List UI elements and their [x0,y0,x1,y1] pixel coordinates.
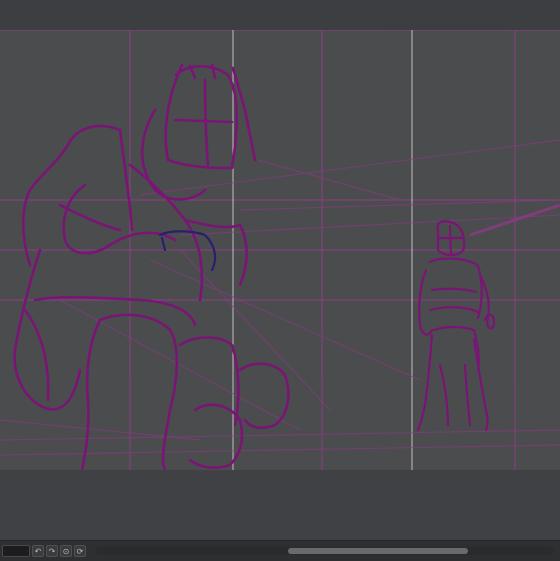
navigator-preview[interactable] [2,545,30,557]
kneeling-knight-sketch [13,63,290,470]
standing-figure-sketch [416,220,496,432]
rotate-icon[interactable]: ⟳ [74,545,86,557]
canvas-margin [0,470,560,540]
guide-lines [0,30,560,470]
status-tools: ↶ ↷ ⊙ ⟳ [2,544,86,558]
scrollbar-thumb[interactable] [288,548,468,554]
drawing-canvas[interactable] [0,30,560,470]
zoom-icon[interactable]: ⊙ [60,545,72,557]
top-toolbar [0,0,560,31]
undo-icon[interactable]: ↶ [32,545,44,557]
redo-icon[interactable]: ↷ [46,545,58,557]
sketch-layer [0,30,560,470]
status-bar: ↶ ↷ ⊙ ⟳ [0,540,560,561]
horizontal-scrollbar[interactable] [96,547,554,555]
